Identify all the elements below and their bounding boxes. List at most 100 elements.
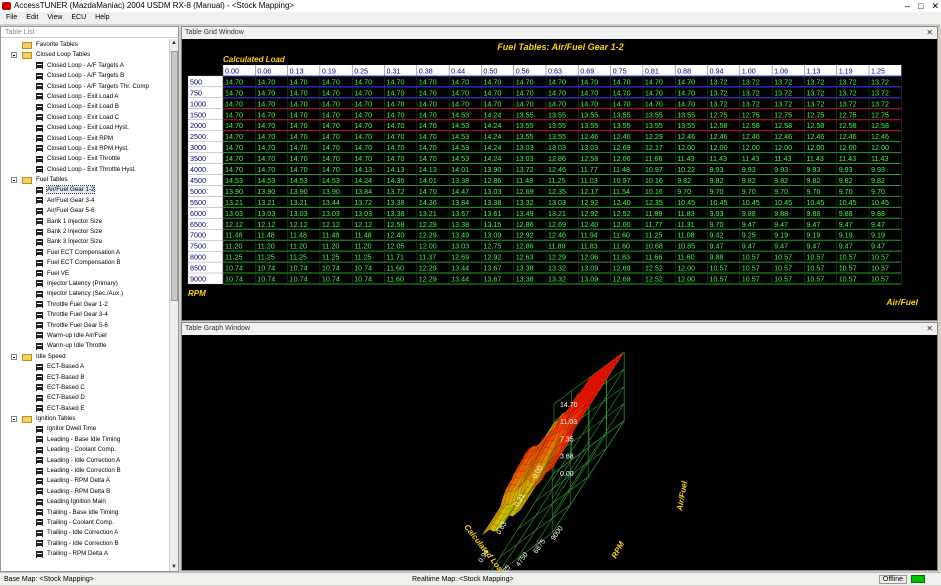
grid-cell[interactable]: 9.70 <box>710 220 724 229</box>
grid-cell[interactable]: 13.61 <box>483 209 501 218</box>
grid-cell[interactable]: 9.93 <box>710 209 724 218</box>
grid-cell[interactable]: 14.70 <box>290 121 308 130</box>
grid-cell[interactable]: 9.25 <box>742 231 756 240</box>
grid-cell[interactable]: 14.70 <box>257 143 275 152</box>
grid-cell[interactable]: 12.58 <box>774 121 792 130</box>
tree-item[interactable]: ECT-Based B <box>1 373 170 383</box>
grid-cell[interactable]: 14.70 <box>419 110 437 119</box>
tree-folder[interactable]: Fuel Tables <box>1 175 170 185</box>
grid-cell[interactable]: 10.57 <box>806 264 824 273</box>
grid-cell[interactable]: 10.16 <box>645 187 663 196</box>
grid-cell[interactable]: 12.92 <box>483 253 501 262</box>
grid-cell[interactable]: 14.36 <box>387 176 405 185</box>
grid-cell[interactable]: 13.55 <box>580 110 598 119</box>
grid-cell[interactable]: 11.43 <box>839 154 856 163</box>
tree-item[interactable]: Trailing - Idle Correction B <box>1 539 170 549</box>
grid-cell[interactable]: 11.31 <box>677 220 694 229</box>
grid-cell[interactable]: 13.72 <box>871 77 889 86</box>
tree-item[interactable]: Leading - RPM Delta A <box>1 476 170 486</box>
menu-ecu[interactable]: ECU <box>71 12 86 24</box>
grid-cell[interactable]: 9.82 <box>742 176 756 185</box>
surface-plot[interactable]: 14.7011.037.353.680.000.000.310.630.941.… <box>182 335 939 571</box>
grid-cell[interactable]: 11.25 <box>290 253 307 262</box>
maximize-button[interactable]: □ <box>918 0 923 12</box>
grid-cell[interactable]: 14.70 <box>257 165 275 174</box>
grid-cell[interactable]: 14.70 <box>387 121 405 130</box>
grid-cell[interactable]: 9.70 <box>839 187 853 196</box>
grid-cell[interactable]: 12.29 <box>419 275 437 284</box>
grid-cell[interactable]: 13.38 <box>387 198 405 207</box>
grid-cell[interactable]: 9.70 <box>677 187 691 196</box>
grid-cell[interactable]: 13.44 <box>451 275 469 284</box>
grid-cell[interactable]: 14.70 <box>387 88 405 97</box>
menu-view[interactable]: View <box>47 12 62 24</box>
grid-cell[interactable]: 9.19 <box>871 231 885 240</box>
grid-cell[interactable]: 14.70 <box>613 99 631 108</box>
grid-cell[interactable]: 11.43 <box>806 154 823 163</box>
menu-help[interactable]: Help <box>95 12 109 24</box>
grid-cell[interactable]: 12.12 <box>322 220 340 229</box>
grid-cell[interactable]: 13.03 <box>451 242 469 251</box>
grid-cell[interactable]: 12.29 <box>419 220 437 229</box>
grid-cell[interactable]: 9.88 <box>774 209 788 218</box>
tree-item[interactable]: Closed Loop - Exit RPM <box>1 134 170 144</box>
grid-cell[interactable]: 12.12 <box>225 220 243 229</box>
grid-cell[interactable]: 13.21 <box>419 209 437 218</box>
grid-cell[interactable]: 10.57 <box>839 275 857 284</box>
grid-cell[interactable]: 12.29 <box>548 253 566 262</box>
grid-cell[interactable]: 14.70 <box>257 99 275 108</box>
grid-cell[interactable]: 13.72 <box>871 88 889 97</box>
grid-cell[interactable]: 14.70 <box>257 88 275 97</box>
grid-cell[interactable]: 12.52 <box>645 275 663 284</box>
grid-cell[interactable]: 13.84 <box>354 187 372 196</box>
grid-cell[interactable]: 13.03 <box>580 143 598 152</box>
grid-cell[interactable]: 11.20 <box>290 242 307 251</box>
grid-cell[interactable]: 13.67 <box>451 209 469 218</box>
grid-cell[interactable]: 14.70 <box>225 132 243 141</box>
grid-cell[interactable]: 11.71 <box>387 253 404 262</box>
grid-cell[interactable]: 13.09 <box>580 275 598 284</box>
grid-cell[interactable]: 12.29 <box>419 231 437 240</box>
grid-cell[interactable]: 12.75 <box>483 242 501 251</box>
grid-cell[interactable]: 11.83 <box>677 209 694 218</box>
tree-item[interactable]: Trailing - Base Idle Timing <box>1 508 170 518</box>
grid-cell[interactable]: 14.70 <box>225 88 243 97</box>
grid-cell[interactable]: 12.92 <box>516 231 534 240</box>
tree-item[interactable]: Fuel ECT Compensation A <box>1 248 170 258</box>
grid-cell[interactable]: 13.38 <box>516 275 534 284</box>
tree-item[interactable]: Closed Loop - Exit Load Hyst. <box>1 123 170 133</box>
grid-cell[interactable]: 12.52 <box>613 209 631 218</box>
grid-cell[interactable]: 10.57 <box>742 264 760 273</box>
grid-cell[interactable]: 13.72 <box>354 198 372 207</box>
grid-cell[interactable]: 13.72 <box>839 88 857 97</box>
grid-cell[interactable]: 14.70 <box>225 77 243 86</box>
grid-cell[interactable]: 14.24 <box>483 110 501 119</box>
grid-cell[interactable]: 12.58 <box>387 220 405 229</box>
grid-cell[interactable]: 11.54 <box>613 187 630 196</box>
grid-cell[interactable]: 9.42 <box>710 231 724 240</box>
tree-item[interactable]: Air/Fuel Gear 3-4 <box>1 196 170 206</box>
grid-cell[interactable]: 14.70 <box>451 99 469 108</box>
grid-cell[interactable]: 14.70 <box>354 154 372 163</box>
grid-cell[interactable]: 11.25 <box>548 176 565 185</box>
grid-cell[interactable]: 14.70 <box>354 77 372 86</box>
grid-cell[interactable]: 12.63 <box>516 253 534 262</box>
grid-cell[interactable]: 13.72 <box>710 77 728 86</box>
grid-cell[interactable]: 13.09 <box>483 231 501 240</box>
grid-cell[interactable]: 11.60 <box>387 275 404 284</box>
grid-cell[interactable]: 12.75 <box>871 110 889 119</box>
grid-cell[interactable]: 13.72 <box>839 99 857 108</box>
grid-cell[interactable]: 12.46 <box>677 132 695 141</box>
grid-cell[interactable]: 14.53 <box>290 176 308 185</box>
grid-cell[interactable]: 12.58 <box>742 121 760 130</box>
graph-window-close-button[interactable]: ✕ <box>926 323 933 335</box>
grid-cell[interactable]: 14.70 <box>613 77 631 86</box>
grid-cell[interactable]: 11.60 <box>677 253 694 262</box>
grid-cell[interactable]: 14.70 <box>419 99 437 108</box>
grid-cell[interactable]: 14.70 <box>451 77 469 86</box>
grid-cell[interactable]: 9.93 <box>710 165 724 174</box>
grid-cell[interactable]: 12.46 <box>580 132 598 141</box>
grid-cell[interactable]: 13.55 <box>548 110 566 119</box>
grid-cell[interactable]: 10.45 <box>871 198 889 207</box>
grid-cell[interactable]: 13.90 <box>322 187 340 196</box>
